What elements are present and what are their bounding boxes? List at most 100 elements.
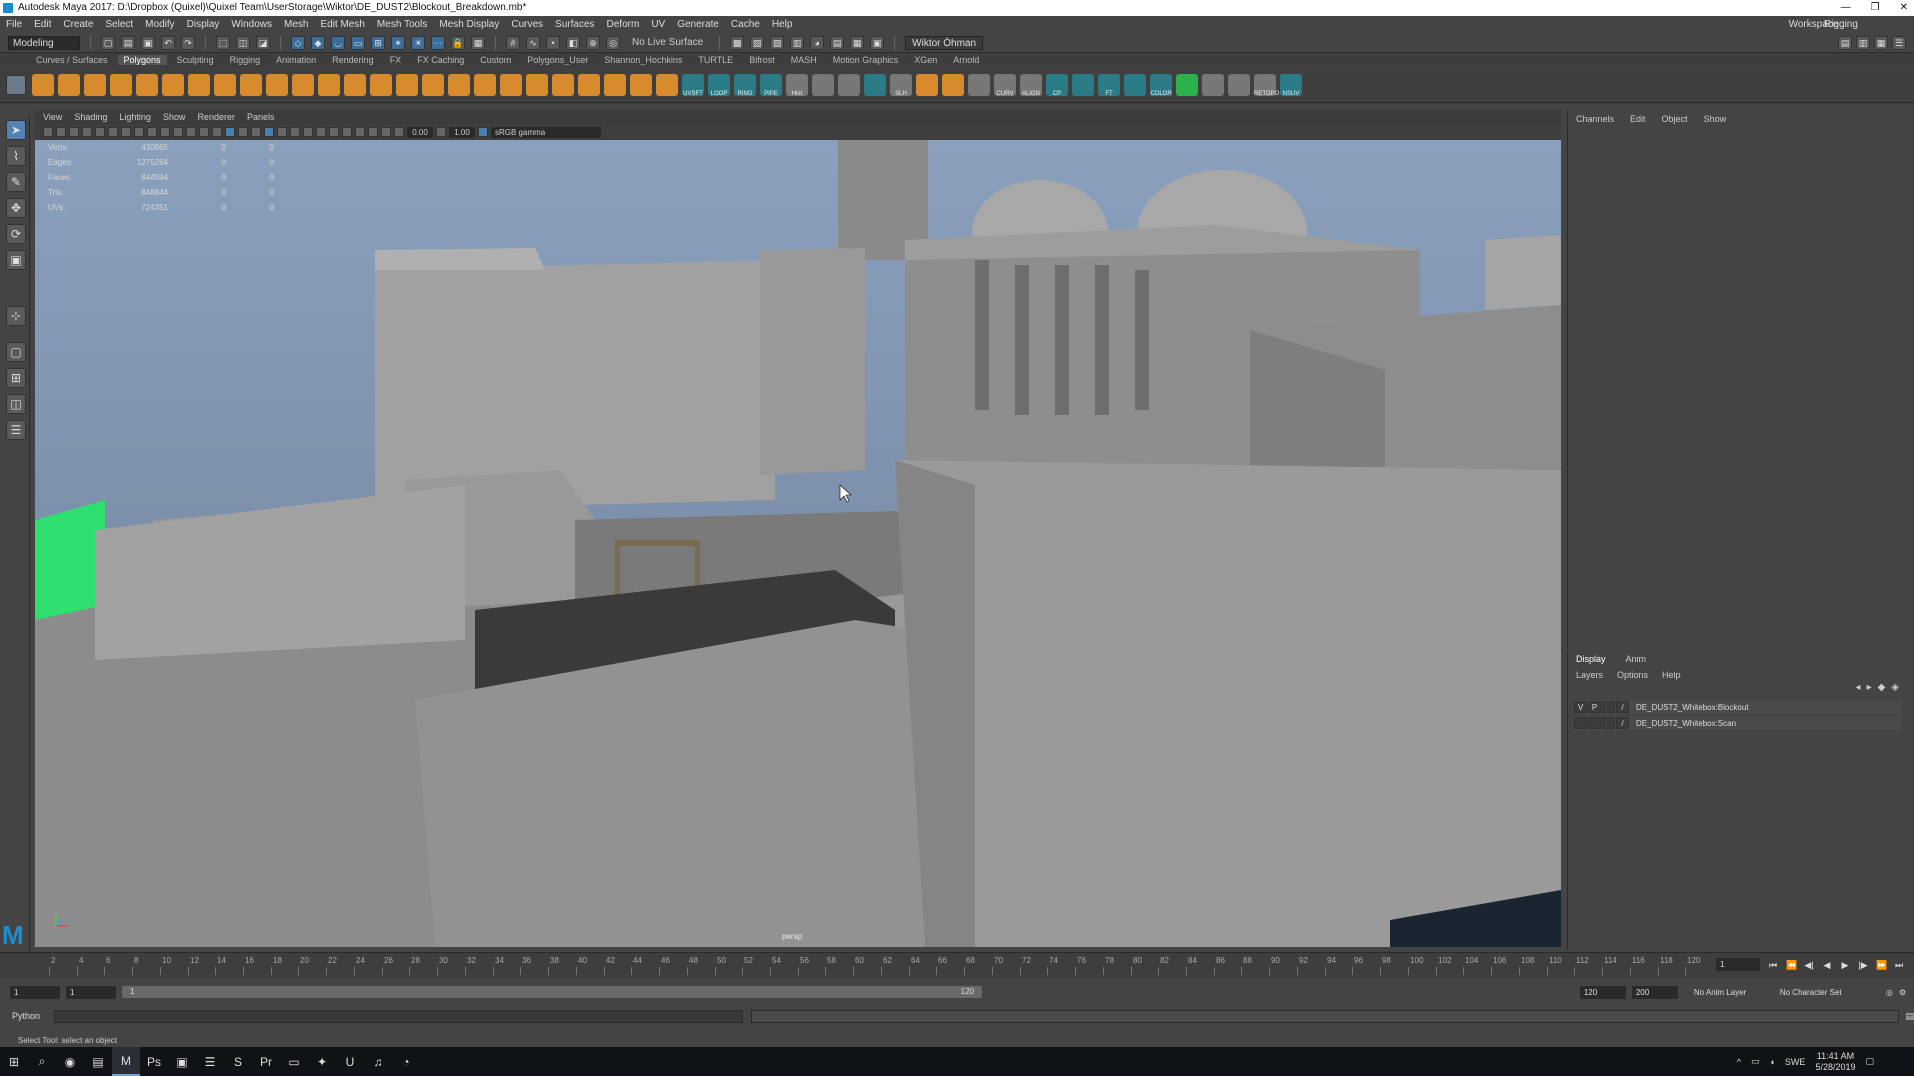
maximize-button[interactable]: ❐ [1871,0,1880,16]
shelf-tab-sculpting[interactable]: Sculpting [171,55,220,65]
slh-shelf-button[interactable]: SLH [890,73,912,97]
isolate-select-icon[interactable] [355,127,365,137]
premiere-icon[interactable]: Pr [252,1047,280,1076]
shelf-tab-curves-surfaces[interactable]: Curves / Surfaces [30,55,114,65]
curv-shelf-button[interactable]: CURV [994,73,1016,97]
depth-of-field-icon[interactable] [342,127,352,137]
menu-edit-mesh[interactable]: Edit Mesh [320,19,364,30]
ipr-render-icon[interactable]: ▧ [770,35,785,50]
layer-display-type[interactable] [1602,717,1615,729]
anti-aliasing-icon[interactable] [329,127,339,137]
menu-mesh-display[interactable]: Mesh Display [439,19,499,30]
ft-shelf-button[interactable]: FT [1098,73,1120,97]
make-live-icon[interactable]: ⊕ [586,35,600,50]
film-gate-icon[interactable] [134,127,144,137]
menu-create[interactable]: Create [63,19,93,30]
mirror-icon[interactable] [916,73,938,96]
render-current-frame-icon[interactable]: ▨ [750,35,765,50]
move-tool-icon[interactable]: ✥ [6,198,26,218]
image-plane-icon[interactable] [82,127,92,137]
anim-layer-dropdown[interactable]: No Anim Layer [1684,988,1774,997]
panel-menu-lighting[interactable]: Lighting [119,112,151,122]
menu-modify[interactable]: Modify [145,19,174,30]
menu-select[interactable]: Select [105,19,133,30]
mask-render-icon[interactable]: ☀ [411,35,425,50]
poly-pyramid-icon[interactable] [188,73,210,96]
open-scene-icon[interactable]: ▤ [121,35,135,50]
tray-expand-icon[interactable]: ^ [1737,1057,1741,1067]
scale-tool-icon[interactable] [812,73,834,96]
four-view-layout-icon[interactable]: ⊞ [6,368,26,388]
layer-playback-toggle[interactable] [1588,717,1601,729]
panel-menu-view[interactable]: View [43,112,62,122]
layer-menu-help[interactable]: Help [1662,670,1681,680]
shelf-tab-polygons[interactable]: Polygons [117,55,167,65]
select-camera-icon[interactable] [43,127,53,137]
textured-icon[interactable] [264,127,274,137]
play-backwards-icon[interactable]: ◀ [1822,960,1832,970]
layer-row[interactable]: V P / DE_DUST2_Whitebox:Blockout [1574,700,1902,714]
uv-auto-icon[interactable] [656,73,678,96]
ring-shelf-button[interactable]: RING [734,73,756,97]
two-view-layout-icon[interactable]: ◫ [6,394,26,414]
render-sequence-icon[interactable]: ▦ [850,35,865,50]
shelf-tab-mash[interactable]: MASH [785,55,823,65]
search-icon[interactable]: ⌕ [28,1047,56,1076]
shelf-tab-polygons-user[interactable]: Polygons_User [521,55,594,65]
perspective-viewport[interactable] [35,140,1561,947]
system-clock[interactable]: 11:41 AM 5/28/2019 [1815,1051,1855,1073]
cleanup-icon[interactable] [968,73,990,96]
lock-selection-icon[interactable]: 🔒 [451,35,465,50]
poly-cube-icon[interactable] [58,73,80,96]
shadows-icon[interactable] [290,127,300,137]
playback-start-field[interactable]: 1 [66,985,116,999]
time-slider[interactable]: 2 4 6 8 10 12 14 16 18 20 22 24 26 28 30 32 34 36 38 40 42 44… [0,952,1914,978]
pipe-shelf-button[interactable]: PIPE [760,73,782,97]
file-explorer-icon[interactable]: ▤ [84,1047,112,1076]
step-back-key-icon[interactable]: ⏪ [1786,960,1797,970]
new-empty-layer-icon[interactable]: ◆ [1878,682,1886,693]
paint-select-icon[interactable]: ✎ [6,172,26,192]
unreal-icon[interactable]: U [336,1047,364,1076]
ambient-occlusion-icon[interactable] [303,127,313,137]
uv-planar-icon[interactable] [630,73,652,96]
rotate-tool-icon[interactable]: ⟳ [6,224,26,244]
grease-pencil-icon[interactable] [108,127,118,137]
bevel-icon[interactable] [422,73,444,96]
exposure-icon[interactable] [394,127,404,137]
layer-row[interactable]: / DE_DUST2_Whitebox:Scan [1574,716,1902,730]
select-object-icon[interactable]: ◫ [236,35,250,50]
channelbox-menu-show[interactable]: Show [1704,114,1727,124]
animation-start-field[interactable]: 1 [10,985,60,999]
render-view-icon[interactable]: ▥ [790,35,805,50]
maya-taskbar-icon[interactable]: M [112,1047,140,1076]
step-forward-frame-icon[interactable]: |▶ [1858,960,1868,970]
poly-cylinder-icon[interactable] [84,73,106,96]
extrude-icon[interactable] [396,73,418,96]
channelbox-menu-edit[interactable]: Edit [1630,114,1646,124]
single-perspective-layout-icon[interactable]: ▢ [6,342,26,362]
gamma-icon[interactable] [436,127,446,137]
layer-visibility-toggle[interactable] [1574,717,1587,729]
camera-attributes-icon[interactable] [56,127,66,137]
channelbox-menu-channels[interactable]: Channels [1576,114,1614,124]
character-set-dropdown[interactable]: No Character Set [1780,988,1880,997]
multi-cut-icon[interactable] [526,73,548,96]
uvsft-shelf-button[interactable]: UVSFT [682,73,704,97]
live-surface-label[interactable]: No Live Surface [632,37,703,48]
append-polygon-icon[interactable] [474,73,496,96]
poly-cone-icon[interactable] [110,73,132,96]
layer-display-type[interactable] [1602,701,1615,713]
xray-joints-icon[interactable] [381,127,391,137]
smooth-shade-icon[interactable] [225,127,235,137]
bookmark-icon[interactable] [69,127,79,137]
separate-icon[interactable] [318,73,340,96]
snap-tool-icon[interactable] [864,73,886,96]
wireframe-icon[interactable] [212,127,222,137]
tab-display[interactable]: Display [1576,654,1606,664]
go-to-end-icon[interactable]: ⏭ [1894,960,1904,970]
menu-file[interactable]: File [6,19,22,30]
hist-shelf-button[interactable]: Hist [786,73,808,97]
render-preview-icon[interactable]: ▤ [830,35,845,50]
color-shelf-button[interactable]: COLOR [1150,73,1172,97]
